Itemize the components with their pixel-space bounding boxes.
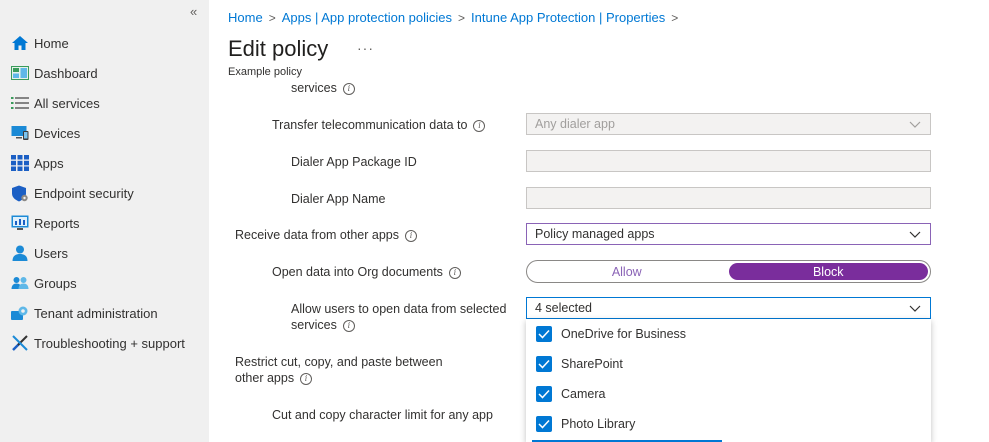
selected-services-value: 4 selected xyxy=(535,301,592,315)
info-icon[interactable]: i xyxy=(342,319,355,332)
breadcrumb: Home > Apps | App protection policies > … xyxy=(228,10,684,25)
dialer-package-input[interactable] xyxy=(526,150,931,172)
checkbox-checked-icon[interactable] xyxy=(536,386,552,402)
dropdown-option-sharepoint[interactable]: SharePoint xyxy=(526,349,931,379)
shield-icon xyxy=(11,184,29,202)
sidebar-item-label: Devices xyxy=(34,125,81,141)
dropdown-option-label: Camera xyxy=(561,387,606,401)
sidebar-item-label: Dashboard xyxy=(34,65,98,81)
breadcrumb-home-link[interactable]: Home xyxy=(228,10,263,25)
sidebar-nav: Home Dashboard All services Devices Apps xyxy=(0,28,209,358)
transfer-telecom-select[interactable]: Any dialer app xyxy=(526,113,931,135)
checkbox-checked-icon[interactable] xyxy=(536,326,552,342)
open-org-docs-label-text: Open data into Org documents xyxy=(272,265,443,279)
chevron-down-icon xyxy=(908,301,922,318)
breadcrumb-properties-link[interactable]: Intune App Protection | Properties xyxy=(471,10,665,25)
checkbox-checked-icon[interactable] xyxy=(536,356,552,372)
open-org-docs-label: Open data into Org documents i xyxy=(272,264,461,280)
chevron-right-icon: > xyxy=(458,10,466,25)
sidebar-item-label: Users xyxy=(34,245,68,261)
sidebar-item-endpoint-security[interactable]: Endpoint security xyxy=(0,178,209,208)
dropdown-option-camera[interactable]: Camera xyxy=(526,379,931,409)
restrict-cut-copy-label: Restrict cut, copy, and paste between ot… xyxy=(235,354,443,386)
page-subtitle: Example policy xyxy=(228,66,302,78)
sidebar-item-label: All services xyxy=(34,95,100,111)
transfer-telecom-value: Any dialer app xyxy=(535,117,615,131)
open-org-docs-toggle[interactable]: Allow Block xyxy=(526,260,931,283)
dialer-package-label: Dialer App Package ID xyxy=(291,155,417,169)
sidebar-item-label: Troubleshooting + support xyxy=(34,335,185,351)
selected-services-dropdown: OneDrive for Business SharePoint Camera … xyxy=(526,319,931,442)
wrench-icon xyxy=(11,334,29,352)
services-label-text: services xyxy=(291,81,337,95)
sidebar-item-label: Endpoint security xyxy=(34,185,134,201)
breadcrumb-app-protection-link[interactable]: Apps | App protection policies xyxy=(282,10,452,25)
sidebar-item-groups[interactable]: Groups xyxy=(0,268,209,298)
dropdown-option-onedrive[interactable]: OneDrive for Business xyxy=(526,319,931,349)
info-icon[interactable]: i xyxy=(300,372,313,385)
checkbox-checked-icon[interactable] xyxy=(536,416,552,432)
services-label-top: services i xyxy=(291,80,355,96)
collapse-sidebar-button[interactable]: « xyxy=(190,4,197,19)
sidebar-item-tenant-administration[interactable]: Tenant administration xyxy=(0,298,209,328)
info-icon[interactable]: i xyxy=(473,119,486,132)
main-content: Home > Apps | App protection policies > … xyxy=(209,0,989,442)
devices-icon xyxy=(11,124,29,142)
info-icon[interactable]: i xyxy=(448,266,461,279)
dialer-name-input[interactable] xyxy=(526,187,931,209)
sidebar: « Home Dashboard All services Devices Ap… xyxy=(0,0,209,442)
apps-icon xyxy=(11,154,29,172)
sidebar-item-label: Groups xyxy=(34,275,77,291)
dropdown-option-label: Photo Library xyxy=(561,417,636,431)
receive-data-label-text: Receive data from other apps xyxy=(235,228,399,242)
sidebar-item-home[interactable]: Home xyxy=(0,28,209,58)
allow-users-open-label: Allow users to open data from selected s… xyxy=(291,301,506,333)
sidebar-item-label: Apps xyxy=(34,155,64,171)
user-icon xyxy=(11,244,29,262)
restrict-cut-copy-label-line1: Restrict cut, copy, and paste between xyxy=(235,355,443,369)
dropdown-option-label: SharePoint xyxy=(561,357,623,371)
chevron-right-icon: > xyxy=(268,10,276,25)
page-title: Edit policy xyxy=(228,36,329,61)
reports-icon xyxy=(11,214,29,232)
sidebar-item-label: Home xyxy=(34,35,69,51)
restrict-cut-copy-label-line2: other apps xyxy=(235,371,295,385)
allow-users-open-label-line2: services xyxy=(291,318,337,332)
chevron-down-icon xyxy=(908,117,922,134)
toggle-block-option[interactable]: Block xyxy=(728,263,928,280)
allow-users-open-label-line1: Allow users to open data from selected xyxy=(291,302,507,316)
sidebar-item-label: Reports xyxy=(34,215,80,231)
sidebar-item-devices[interactable]: Devices xyxy=(0,118,209,148)
cut-copy-limit-label: Cut and copy character limit for any app xyxy=(272,408,493,422)
chevron-right-icon: > xyxy=(671,10,679,25)
gear-icon xyxy=(11,304,29,322)
transfer-telecom-label-text: Transfer telecommunication data to xyxy=(272,118,468,132)
receive-data-value: Policy managed apps xyxy=(535,227,655,241)
info-icon[interactable]: i xyxy=(342,82,355,95)
sidebar-item-all-services[interactable]: All services xyxy=(0,88,209,118)
sidebar-item-apps[interactable]: Apps xyxy=(0,148,209,178)
sidebar-item-label: Tenant administration xyxy=(34,305,158,321)
toggle-allow-option[interactable]: Allow xyxy=(527,261,727,282)
groups-icon xyxy=(11,274,29,292)
more-options-button[interactable]: ··· xyxy=(357,40,374,56)
receive-data-select[interactable]: Policy managed apps xyxy=(526,223,931,245)
chevron-down-icon xyxy=(908,227,922,244)
receive-data-label: Receive data from other apps i xyxy=(235,227,417,243)
dashboard-icon xyxy=(11,64,29,82)
home-icon xyxy=(11,34,29,52)
dropdown-option-label: OneDrive for Business xyxy=(561,327,687,341)
transfer-telecom-label: Transfer telecommunication data to i xyxy=(272,117,486,133)
selected-services-select[interactable]: 4 selected xyxy=(526,297,931,319)
sidebar-item-troubleshooting[interactable]: Troubleshooting + support xyxy=(0,328,209,358)
list-icon xyxy=(11,94,29,112)
sidebar-item-reports[interactable]: Reports xyxy=(0,208,209,238)
sidebar-item-dashboard[interactable]: Dashboard xyxy=(0,58,209,88)
info-icon[interactable]: i xyxy=(404,229,417,242)
dropdown-option-photo-library[interactable]: Photo Library xyxy=(526,409,931,439)
dialer-name-label: Dialer App Name xyxy=(291,192,386,206)
sidebar-item-users[interactable]: Users xyxy=(0,238,209,268)
